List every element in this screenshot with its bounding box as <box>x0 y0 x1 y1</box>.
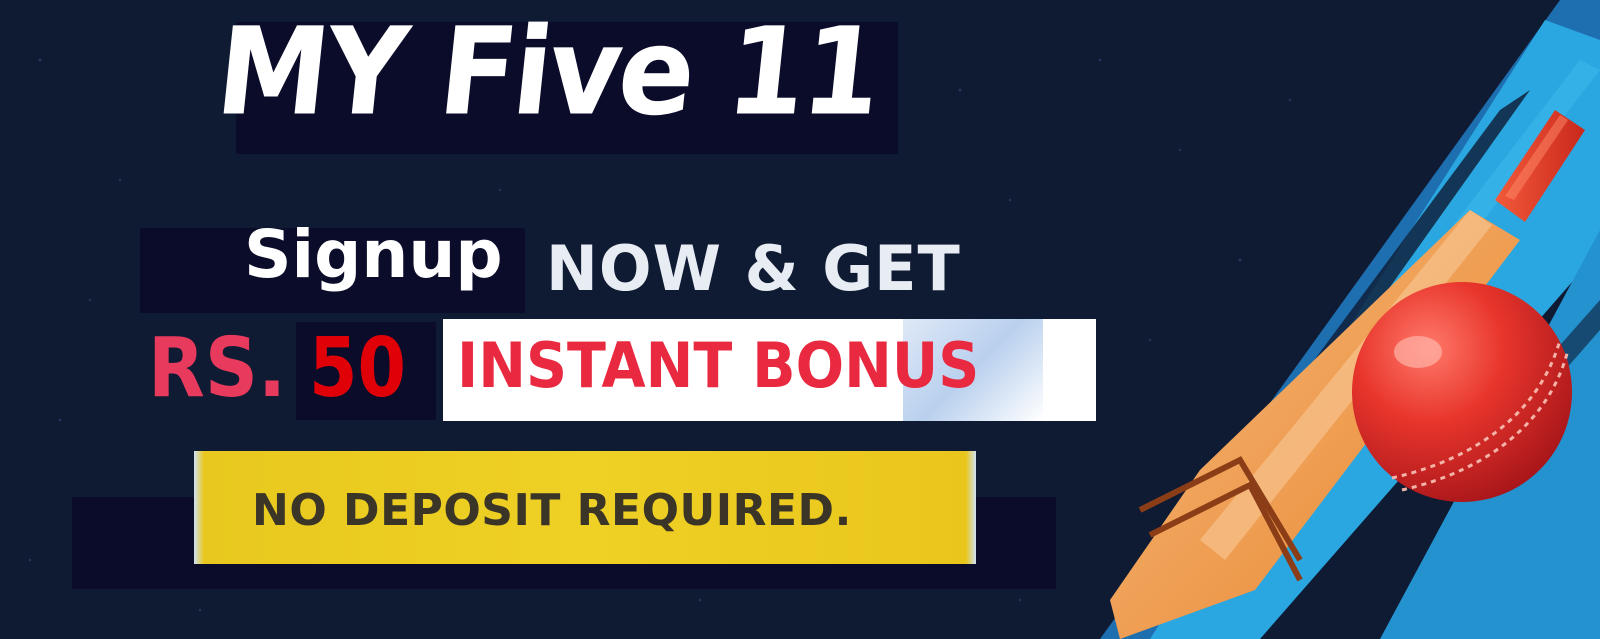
brand-title: MY Five 11 <box>210 2 886 143</box>
bonus-amount: 50 <box>309 321 407 416</box>
ribbon-right-edge <box>966 451 976 564</box>
instant-bonus-panel: INSTANT BONUS <box>443 319 1096 421</box>
ribbon-left-edge <box>194 451 204 564</box>
now-get-text: NOW & GET <box>546 232 961 305</box>
signup-text: Signup <box>244 216 503 293</box>
no-deposit-text: NO DEPOSIT REQUIRED. <box>252 485 852 536</box>
cricket-ball-icon <box>1352 282 1572 502</box>
promo-banner: MY Five 11 Signup NOW & GET RS. 50 INSTA… <box>0 0 1600 639</box>
instant-bonus-text: INSTANT BONUS <box>457 329 980 402</box>
currency-label: RS. <box>148 321 287 416</box>
